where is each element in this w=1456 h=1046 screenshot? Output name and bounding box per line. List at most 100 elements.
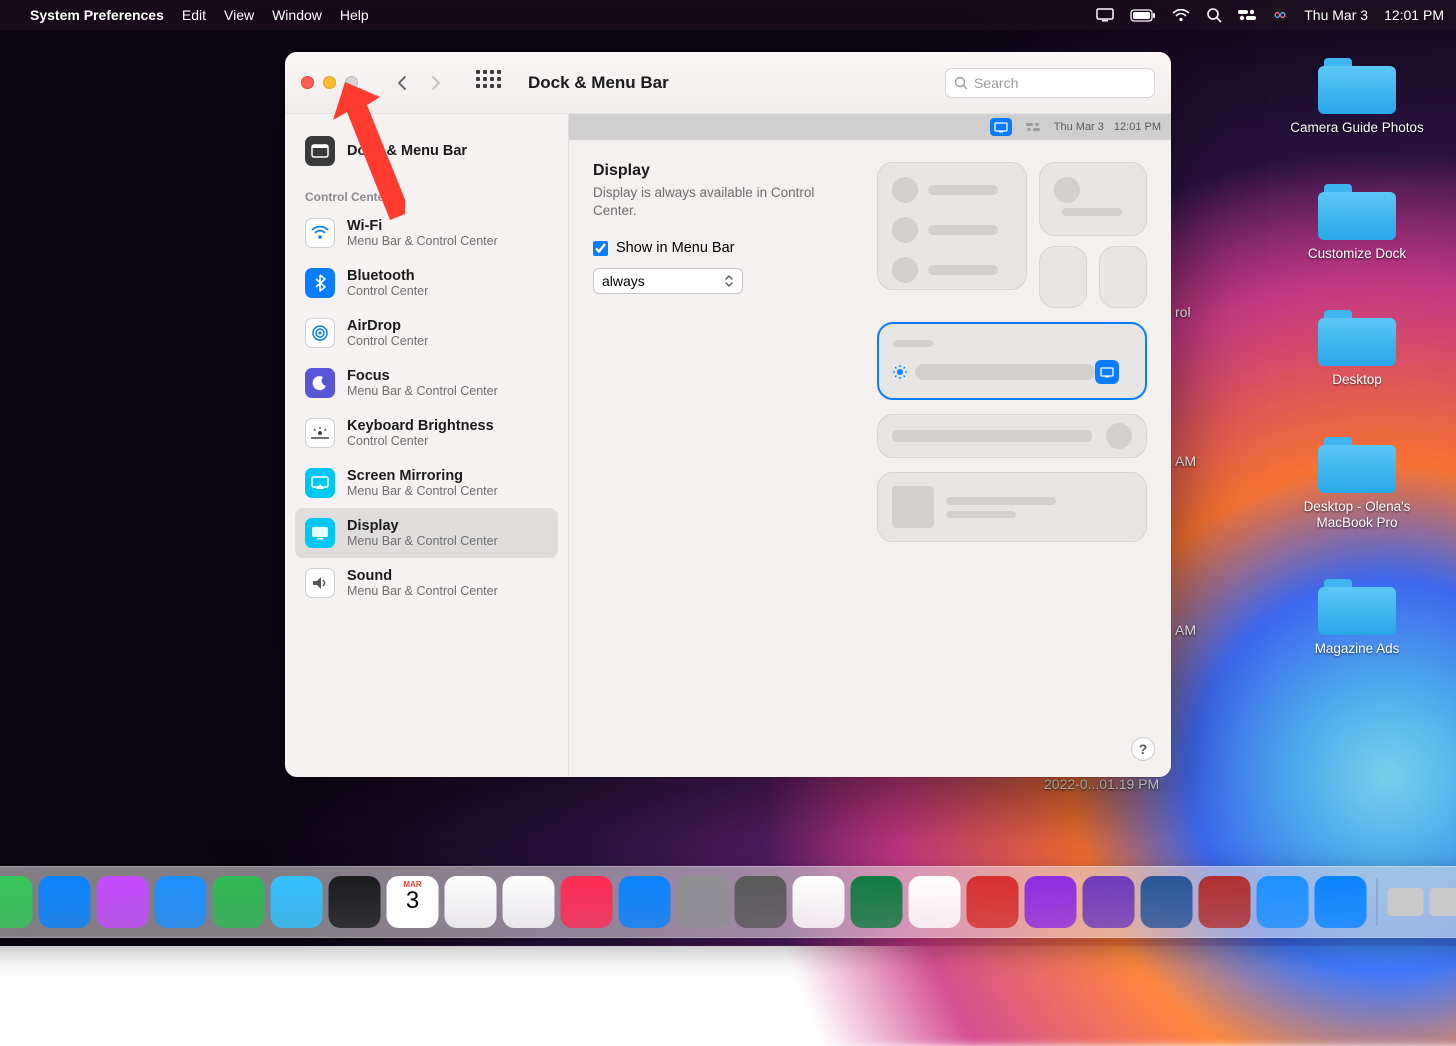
dock-app[interactable] (39, 876, 91, 928)
dock-app[interactable] (1141, 876, 1193, 928)
control-center-icon[interactable] (1238, 9, 1256, 21)
dock-app[interactable] (503, 876, 555, 928)
folder-icon (1318, 433, 1396, 493)
app-menu[interactable]: System Preferences (30, 7, 164, 23)
desktop-folder[interactable]: Magazine Ads (1272, 575, 1442, 657)
folder-label: Desktop (1332, 372, 1382, 388)
preview-display-icon (990, 118, 1012, 136)
dock-app[interactable] (1315, 876, 1367, 928)
siri-icon[interactable] (1272, 7, 1288, 23)
menu-help[interactable]: Help (340, 7, 369, 23)
sidebar-item-keyboard-brightness[interactable]: Keyboard BrightnessControl Center (295, 408, 558, 458)
dock-app[interactable] (677, 876, 729, 928)
sidebar-item-subtitle: Menu Bar & Control Center (347, 484, 498, 498)
sidebar-item-label: Bluetooth (347, 268, 428, 284)
dock-app[interactable] (1257, 876, 1309, 928)
sidebar-item-label: Display (347, 518, 498, 534)
back-button[interactable] (388, 69, 416, 97)
sidebar-item-wi-fi[interactable]: Wi-FiMenu Bar & Control Center (295, 208, 558, 258)
sidebar-item-subtitle: Control Center (347, 434, 494, 448)
select-value: always (602, 273, 645, 289)
forward-button[interactable] (422, 69, 450, 97)
help-button[interactable]: ? (1131, 737, 1155, 761)
menu-view[interactable]: View (224, 7, 254, 23)
sidebar-item-display[interactable]: DisplayMenu Bar & Control Center (295, 508, 558, 558)
wifi-icon[interactable] (1172, 9, 1190, 22)
preview-time: 12:01 PM (1114, 121, 1161, 133)
spotlight-icon[interactable] (1206, 7, 1222, 23)
system-preferences-window: Dock & Menu Bar Search Dock & Menu Bar C… (285, 52, 1171, 777)
folder-icon (1318, 180, 1396, 240)
dock-app[interactable]: MAR3 (387, 876, 439, 928)
display-badge-icon (1095, 360, 1119, 384)
menu-window[interactable]: Window (272, 7, 322, 23)
sidebar-item-subtitle: Menu Bar & Control Center (347, 234, 498, 248)
sidebar: Dock & Menu Bar Control Center Wi-FiMenu… (285, 114, 568, 777)
close-button[interactable] (301, 76, 314, 89)
dock-app[interactable] (213, 876, 265, 928)
dock-app[interactable] (1083, 876, 1135, 928)
dock: MAR3 (0, 866, 1456, 938)
sidebar-item-bluetooth[interactable]: BluetoothControl Center (295, 258, 558, 308)
control-center-preview (877, 162, 1147, 542)
desktop-folder[interactable]: Camera Guide Photos (1272, 54, 1442, 136)
menu-edit[interactable]: Edit (182, 7, 206, 23)
sidebar-item-subtitle: Menu Bar & Control Center (347, 534, 498, 548)
desktop-folder[interactable]: Desktop (1272, 306, 1442, 388)
sidebar-item-sound[interactable]: SoundMenu Bar & Control Center (295, 558, 558, 608)
search-input[interactable]: Search (945, 68, 1155, 98)
dock-app[interactable] (561, 876, 613, 928)
folder-icon (1318, 575, 1396, 635)
folder-label: Magazine Ads (1315, 641, 1400, 657)
show-condition-select[interactable]: always (593, 268, 743, 294)
dock-app[interactable] (445, 876, 497, 928)
display-icon[interactable] (1096, 8, 1114, 22)
cc-card (877, 162, 1027, 290)
sidebar-item-dock-menubar[interactable]: Dock & Menu Bar (295, 126, 558, 176)
preview-menubar: Thu Mar 3 12:01 PM (569, 114, 1171, 140)
sidebar-item-screen-mirroring[interactable]: Screen MirroringMenu Bar & Control Cente… (295, 458, 558, 508)
menubar-date[interactable]: Thu Mar 3 (1304, 7, 1368, 23)
dock-minimized-window[interactable] (1430, 888, 1456, 916)
dock-separator (1377, 878, 1378, 926)
battery-icon[interactable] (1130, 9, 1156, 22)
dock-app[interactable] (155, 876, 207, 928)
dock-app[interactable] (271, 876, 323, 928)
sidebar-section-label: Control Center (295, 176, 558, 208)
dock-app[interactable] (0, 876, 33, 928)
dock-app[interactable] (619, 876, 671, 928)
sidebar-item-focus[interactable]: FocusMenu Bar & Control Center (295, 358, 558, 408)
partial-label: 2022-0...01.19 PM (1044, 776, 1159, 792)
maximize-button[interactable] (345, 76, 358, 89)
sidebar-item-label: Sound (347, 568, 498, 584)
desktop-folder[interactable]: Desktop - Olena's MacBook Pro (1272, 433, 1442, 531)
main-heading: Display (593, 162, 853, 180)
dock-app[interactable] (1025, 876, 1077, 928)
dock-app[interactable] (1199, 876, 1251, 928)
menubar: System Preferences Edit View Window Help… (0, 0, 1456, 30)
sidebar-item-airdrop[interactable]: AirDropControl Center (295, 308, 558, 358)
cc-card (877, 414, 1147, 458)
preview-controlcenter-icon (1022, 118, 1044, 136)
dock-app[interactable] (851, 876, 903, 928)
cc-card (1039, 246, 1087, 308)
menubar-time[interactable]: 12:01 PM (1384, 7, 1444, 23)
cc-display-card-highlighted (877, 322, 1147, 400)
focus-icon (305, 368, 335, 398)
show-in-menubar-row[interactable]: Show in Menu Bar (593, 240, 853, 256)
desktop-folder[interactable]: Customize Dock (1272, 180, 1442, 262)
dock-app[interactable] (909, 876, 961, 928)
show-all-button[interactable] (476, 70, 502, 96)
checkbox-label: Show in Menu Bar (616, 240, 734, 256)
minimize-button[interactable] (323, 76, 336, 89)
dock-app[interactable] (793, 876, 845, 928)
dock-app[interactable] (735, 876, 787, 928)
dock-minimized-window[interactable] (1388, 888, 1424, 916)
show-in-menubar-checkbox[interactable] (593, 241, 608, 256)
bluetooth-icon (305, 268, 335, 298)
window-title: Dock & Menu Bar (528, 73, 669, 93)
partial-label: rol (1175, 304, 1191, 320)
dock-app[interactable] (329, 876, 381, 928)
dock-app[interactable] (967, 876, 1019, 928)
dock-app[interactable] (97, 876, 149, 928)
